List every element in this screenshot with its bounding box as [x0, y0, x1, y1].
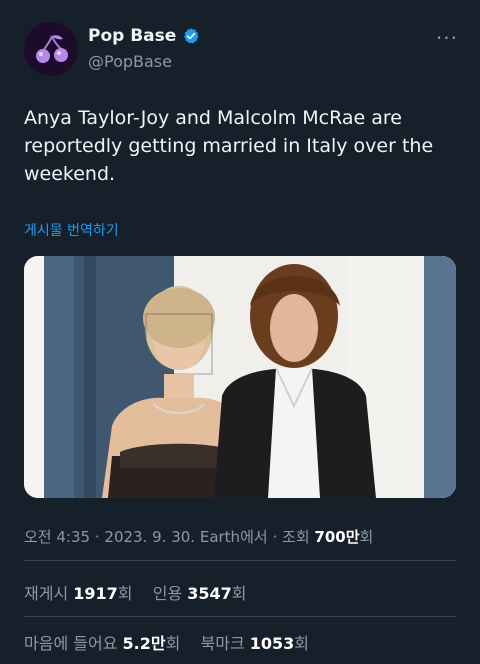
display-name-text: Pop Base [88, 26, 177, 46]
reposts-suffix: 회 [117, 584, 133, 603]
meta-separator: · [272, 528, 278, 546]
likes-label: 마음에 들어요 [24, 634, 118, 653]
quotes-suffix: 회 [231, 584, 247, 603]
tweet-date[interactable]: 2023. 9. 30. [104, 528, 195, 546]
reposts-count: 1917 [73, 584, 118, 603]
tweet-meta: 오전 4:35 · 2023. 9. 30. Earth에서 · 조회 700만… [24, 526, 373, 547]
quotes-stat[interactable]: 인용 3547회 [153, 584, 247, 603]
tweet-time[interactable]: 오전 4:35 [24, 528, 90, 546]
bookmarks-suffix: 회 [294, 634, 310, 653]
verified-badge-icon [184, 28, 199, 44]
reposts-label: 재게시 [24, 584, 69, 603]
tweet-text: Anya Taylor-Joy and Malcolm McRae are re… [24, 107, 434, 185]
author-display-name[interactable]: Pop Base [88, 26, 200, 46]
quotes-count: 3547 [187, 584, 232, 603]
author-handle[interactable]: @PopBase [88, 52, 200, 71]
stats-row-likes: 마음에 들어요 5.2만회 북마크 1053회 [24, 630, 309, 654]
meta-separator: · [94, 528, 100, 546]
reposts-stat[interactable]: 재게시 1917회 [24, 584, 138, 603]
quotes-label: 인용 [152, 584, 183, 603]
bookmarks-count: 1053 [249, 634, 295, 653]
tweet-source: Earth에서 [199, 528, 268, 546]
tweet-image[interactable] [24, 256, 456, 498]
cherry-logo-icon [24, 22, 78, 76]
translate-link[interactable]: 게시물 번역하기 [24, 220, 119, 240]
bookmarks-stat[interactable]: 북마크 1053회 [201, 634, 310, 653]
divider [24, 616, 456, 617]
divider [24, 560, 456, 561]
avatar[interactable] [24, 22, 78, 76]
views-count: 700만 [314, 528, 360, 546]
likes-count: 5.2만 [122, 634, 166, 653]
views-label: 조회 [282, 528, 310, 546]
stats-row-reposts: 재게시 1917회 인용 3547회 [24, 580, 247, 604]
more-options-icon[interactable]: ··· [436, 26, 458, 50]
tweet-header: Pop Base @PopBase ··· [24, 22, 458, 78]
bookmarks-label: 북마크 [200, 634, 245, 653]
likes-stat[interactable]: 마음에 들어요 5.2만회 [24, 634, 185, 653]
author-names: Pop Base @PopBase [88, 26, 200, 71]
photo-of-couple [24, 256, 456, 498]
views-suffix: 회 [359, 528, 374, 546]
likes-suffix: 회 [165, 634, 181, 653]
